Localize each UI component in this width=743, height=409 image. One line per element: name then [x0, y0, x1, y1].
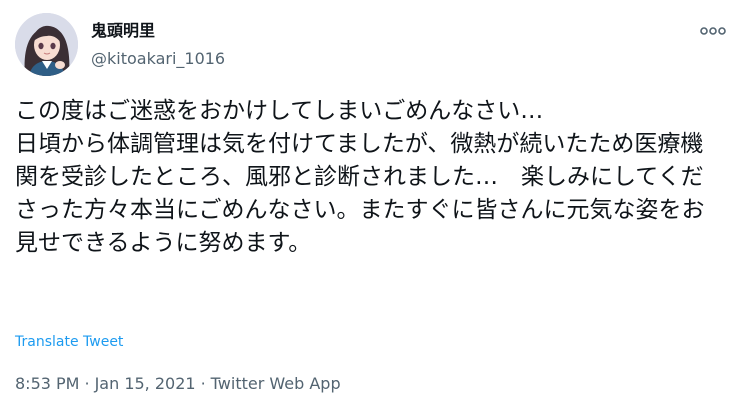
separator: ·: [84, 374, 90, 393]
more-dots-icon: [700, 27, 726, 35]
tweet-source[interactable]: Twitter Web App: [211, 374, 341, 393]
avatar[interactable]: [15, 13, 78, 76]
tweet-card: 鬼頭明里 @kitoakari_1016 この度はご迷惑をおかけしてしまいごめん…: [0, 0, 743, 409]
author-handle[interactable]: @kitoakari_1016: [91, 48, 225, 70]
tweet-date[interactable]: Jan 15, 2021: [95, 374, 196, 393]
tweet-text: この度はご迷惑をおかけしてしまいごめんなさい… 日頃から体調管理は気を付けてまし…: [15, 98, 705, 256]
separator: ·: [200, 374, 206, 393]
translate-tweet-link[interactable]: Translate Tweet: [15, 333, 123, 351]
tweet-time[interactable]: 8:53 PM: [15, 374, 79, 393]
author-display-name[interactable]: 鬼頭明里: [91, 20, 155, 42]
tweet-metadata: 8:53 PM · Jan 15, 2021 · Twitter Web App: [15, 374, 341, 394]
avatar-image: [15, 13, 78, 76]
more-options-button[interactable]: [696, 16, 730, 46]
